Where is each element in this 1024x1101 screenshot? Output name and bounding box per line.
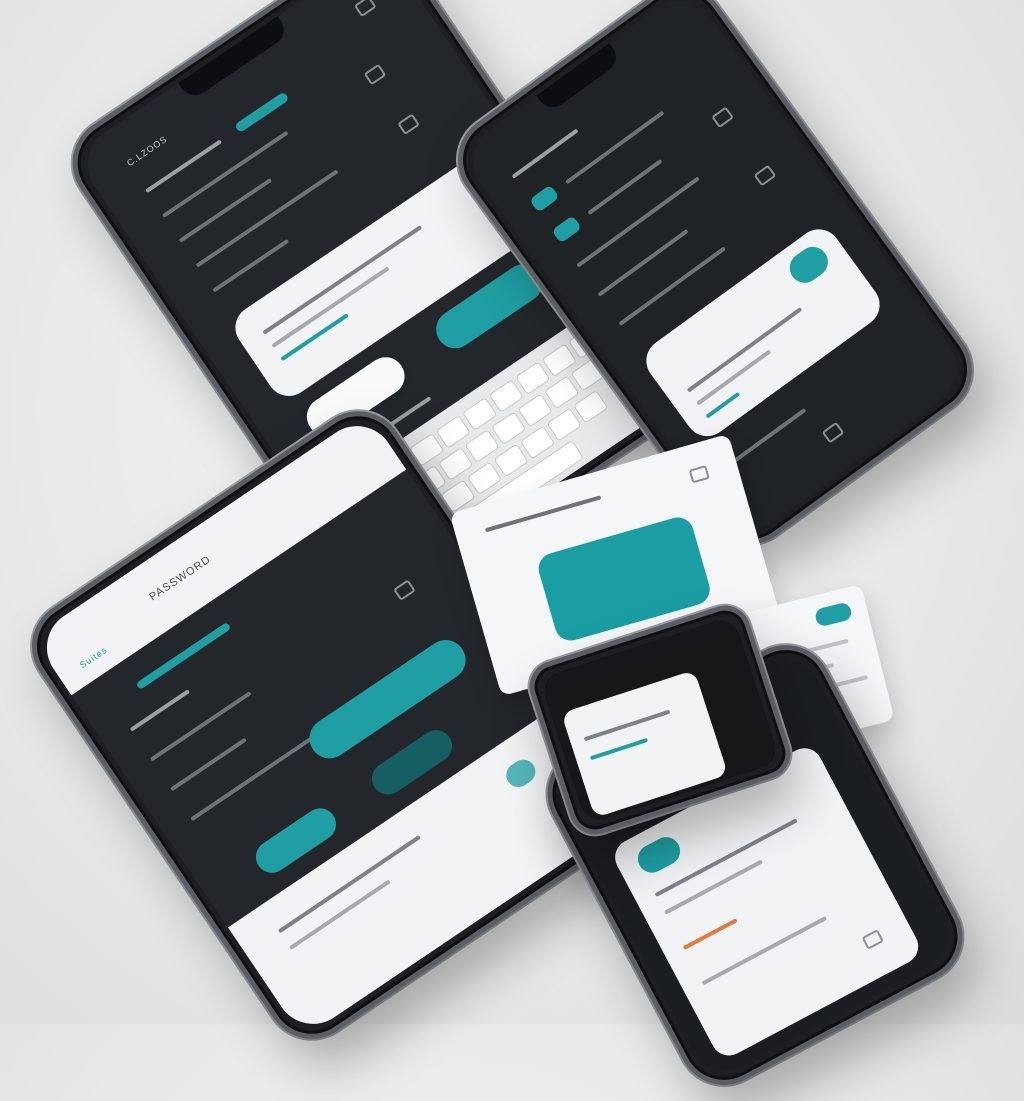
mockup-stage: C.LZOOS PASSWORD Suites [0, 0, 1024, 1101]
brand-label: Suites [77, 644, 110, 671]
home-icon[interactable] [821, 421, 845, 444]
page-title: PASSWORD [147, 553, 214, 604]
sheet-line [589, 737, 649, 761]
sheet-line [583, 709, 671, 742]
list-line [129, 689, 191, 732]
dialog-line [271, 266, 390, 348]
toggle-pill[interactable] [813, 601, 854, 628]
progress-pill [234, 91, 290, 134]
list-line [178, 177, 273, 243]
sheet-line [664, 859, 764, 915]
list-line [511, 128, 579, 179]
chat-icon[interactable] [363, 63, 387, 86]
notch [536, 42, 623, 114]
notch [178, 15, 290, 102]
dialog-card [637, 220, 889, 445]
panel-line [484, 495, 602, 533]
top-bar: PASSWORD Suites [32, 411, 407, 696]
bell-icon[interactable] [711, 106, 735, 129]
chevron-icon[interactable] [393, 579, 416, 601]
attach-icon[interactable] [861, 929, 884, 950]
list-line [161, 130, 289, 218]
accent-chip [551, 215, 582, 244]
key[interactable] [572, 389, 609, 424]
list-line [170, 737, 247, 792]
phone-a-header: C.LZOOS [125, 133, 170, 169]
list-line [565, 110, 665, 185]
list-line [190, 733, 317, 822]
battery-icon [353, 0, 377, 18]
avatar [501, 755, 540, 792]
white-sheet [561, 669, 729, 818]
key[interactable] [546, 407, 582, 442]
chat-bubble-icon [633, 832, 686, 878]
settings-icon[interactable] [753, 164, 777, 187]
close-icon[interactable] [688, 465, 710, 484]
sheet-line [682, 918, 738, 950]
dialog-line [280, 313, 349, 362]
search-icon[interactable] [397, 113, 420, 136]
chat-bubble-icon [783, 240, 834, 289]
accent-chip [529, 184, 560, 213]
list-line [587, 158, 663, 216]
list-line [576, 176, 700, 268]
dialog-line [686, 307, 803, 393]
list-line [149, 691, 252, 762]
